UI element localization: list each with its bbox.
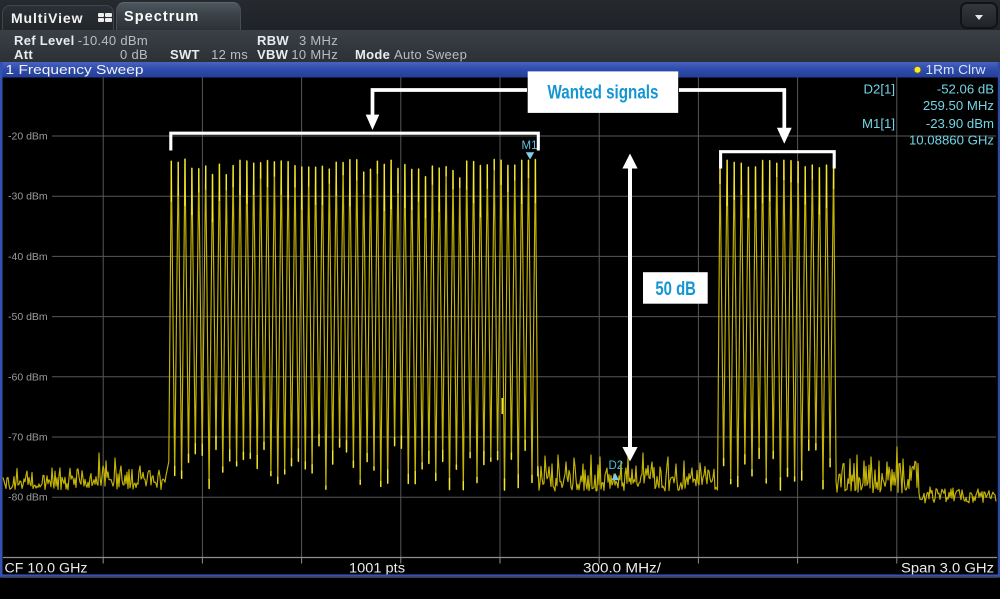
svg-text:-40 dBm: -40 dBm — [8, 251, 48, 263]
svg-text:-70 dBm: -70 dBm — [8, 432, 48, 444]
svg-text:CF 10.0 GHz: CF 10.0 GHz — [5, 560, 88, 575]
svg-text:-30 dBm: -30 dBm — [8, 191, 48, 203]
svg-text:1Rm Clrw: 1Rm Clrw — [926, 62, 987, 77]
svg-text:M1: M1 — [522, 140, 538, 152]
svg-text:-50 dBm: -50 dBm — [8, 311, 48, 323]
svg-text:-80 dBm: -80 dBm — [8, 492, 48, 504]
svg-text:259.50 MHz: 259.50 MHz — [923, 98, 994, 113]
svg-text:-23.90 dBm: -23.90 dBm — [926, 116, 994, 131]
svg-text:D2[1]: D2[1] — [863, 82, 895, 97]
svg-text:-52.06 dB: -52.06 dB — [937, 82, 994, 97]
svg-text:Span 3.0 GHz: Span 3.0 GHz — [901, 560, 994, 575]
svg-text:M1[1]: M1[1] — [862, 116, 895, 131]
svg-text:-20 dBm: -20 dBm — [8, 131, 48, 143]
svg-text:1001 pts: 1001 pts — [349, 560, 405, 575]
svg-text:Wanted signals: Wanted signals — [548, 82, 659, 104]
svg-text:10.08860 GHz: 10.08860 GHz — [909, 132, 994, 147]
svg-text:1 Frequency Sweep: 1 Frequency Sweep — [6, 62, 144, 77]
svg-text:50 dB: 50 dB — [655, 278, 696, 300]
svg-text:D2: D2 — [609, 460, 624, 472]
svg-text:300.0 MHz/: 300.0 MHz/ — [583, 560, 661, 575]
svg-text:-60 dBm: -60 dBm — [8, 371, 48, 383]
